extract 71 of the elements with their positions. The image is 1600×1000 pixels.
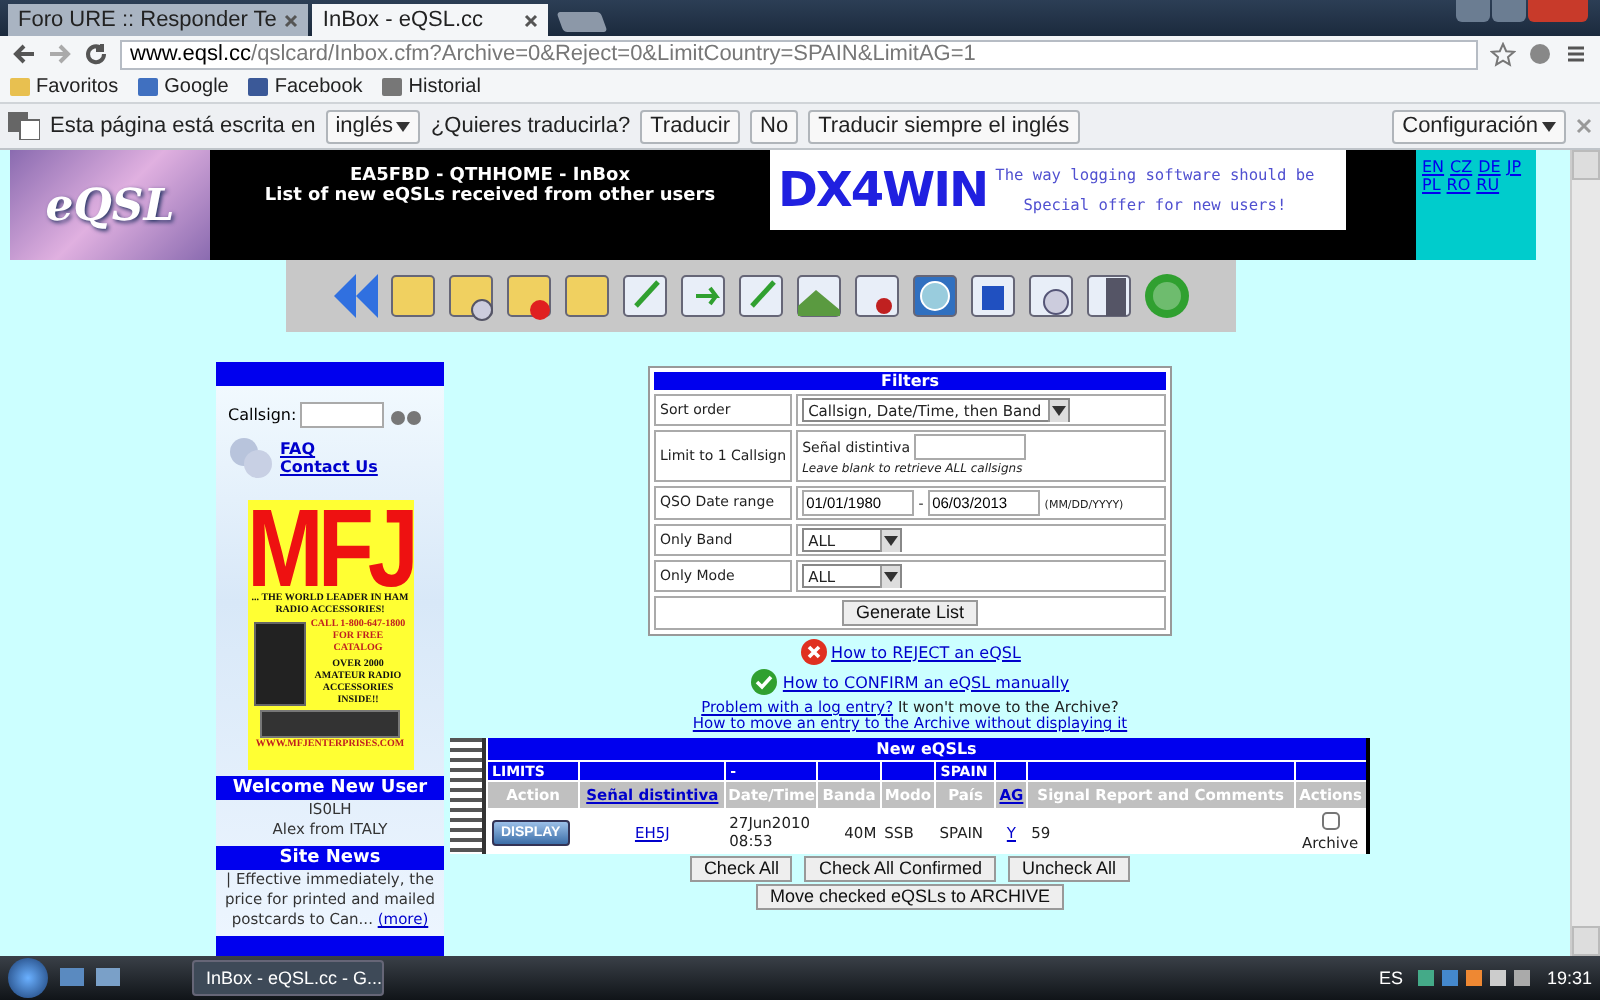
limit-cell: [817, 761, 881, 781]
bookmark-icon: [10, 78, 30, 96]
menu-icon[interactable]: [1564, 42, 1588, 66]
close-icon[interactable]: [284, 13, 299, 27]
notebook-spiral: [450, 738, 486, 854]
browser-tab[interactable]: Foro URE :: Responder Te: [8, 4, 309, 36]
browser-tab[interactable]: InBox - eQSL.cc: [312, 4, 549, 36]
check-button[interactable]: Check All Confirmed: [804, 856, 997, 882]
language-link[interactable]: CZ: [1450, 158, 1473, 176]
filters-title: Filters: [654, 372, 1166, 390]
check-icon: [750, 668, 779, 696]
check-button[interactable]: Check All: [689, 856, 793, 882]
desktop-icon[interactable]: [60, 967, 84, 989]
window-icon[interactable]: [96, 967, 120, 989]
language-link[interactable]: RU: [1476, 176, 1500, 194]
confirm-help-link[interactable]: How to CONFIRM an eQSL manually: [782, 673, 1070, 691]
check-button[interactable]: Uncheck All: [1008, 856, 1131, 882]
new-tab-button[interactable]: [557, 12, 609, 32]
bookmark-link[interactable]: Favoritos: [10, 76, 119, 98]
section-title: Welcome New User: [216, 776, 444, 800]
limit-cell: [995, 761, 1028, 781]
reject-help-link[interactable]: How to REJECT an eQSL: [831, 643, 1021, 661]
generate-list-button[interactable]: Generate List: [841, 600, 979, 626]
scrollbar[interactable]: [1570, 150, 1600, 956]
bookmark-link[interactable]: Google: [138, 76, 229, 98]
bookmark-link[interactable]: Facebook: [248, 76, 363, 98]
back-icon[interactable]: [12, 42, 36, 66]
caret-icon: [884, 535, 899, 545]
section-title: Site News: [216, 846, 444, 870]
translate-button[interactable]: Traducir: [640, 109, 741, 143]
language-link[interactable]: EN: [1422, 158, 1445, 176]
page-subtitle: List of new eQSLs received from other users: [264, 186, 716, 206]
callsign-field[interactable]: [300, 402, 385, 428]
translate-message: Esta página está escrita en: [50, 114, 316, 138]
caret-icon: [1542, 121, 1556, 131]
table-title: New eQSLs: [487, 738, 1368, 761]
language-link[interactable]: DE: [1478, 158, 1501, 176]
bookmark-icon: [382, 78, 403, 96]
reload-icon[interactable]: [84, 42, 108, 66]
binoculars-icon[interactable]: [388, 405, 425, 425]
tray-icons[interactable]: [1414, 966, 1535, 990]
address-field[interactable]: www.eqsl.cc/qslcard/Inbox.cfm?Archive=0&Reject=0&LimitCountry=SPAIN&LimitAG=1: [120, 39, 1478, 69]
language-link[interactable]: JP: [1506, 158, 1522, 176]
taskbar-window[interactable]: InBox - eQSL.cc - G...: [192, 960, 384, 996]
start-button[interactable]: [8, 958, 48, 998]
translate-button[interactable]: Traducir siempre el inglés: [808, 109, 1080, 143]
caret-icon: [396, 121, 411, 131]
help-link[interactable]: FAQ: [280, 440, 378, 458]
callsign-label: Callsign:: [228, 406, 297, 424]
callsign-field[interactable]: [914, 434, 1027, 460]
translate-button[interactable]: No: [750, 109, 799, 143]
star-icon[interactable]: [1490, 41, 1516, 67]
bookmark-link[interactable]: Historial: [382, 76, 481, 98]
bookmark-icon: [138, 78, 159, 96]
bookmark-icon: [248, 78, 269, 96]
translate-icon: [8, 112, 40, 140]
input-language[interactable]: ES: [1378, 968, 1403, 988]
help-link[interactable]: Contact Us: [280, 458, 378, 476]
language-select[interactable]: inglés: [325, 109, 421, 143]
caret-icon: [1051, 405, 1066, 415]
caret-icon: [884, 571, 899, 581]
translate-question: ¿Quieres traducirla?: [430, 114, 631, 138]
close-icon[interactable]: [524, 13, 539, 27]
move-archive-button[interactable]: Move checked eQSLs to ARCHIVE: [755, 884, 1065, 910]
clock: 19:31: [1546, 968, 1592, 988]
page-title: EA5FBD - QTHHOME - InBox: [349, 166, 631, 186]
archive-checkbox[interactable]: [1321, 812, 1340, 830]
language-link[interactable]: PL: [1422, 176, 1441, 194]
limit-cell: [880, 761, 936, 781]
settings-button[interactable]: Configuración: [1392, 109, 1566, 143]
language-link[interactable]: RO: [1446, 176, 1471, 194]
